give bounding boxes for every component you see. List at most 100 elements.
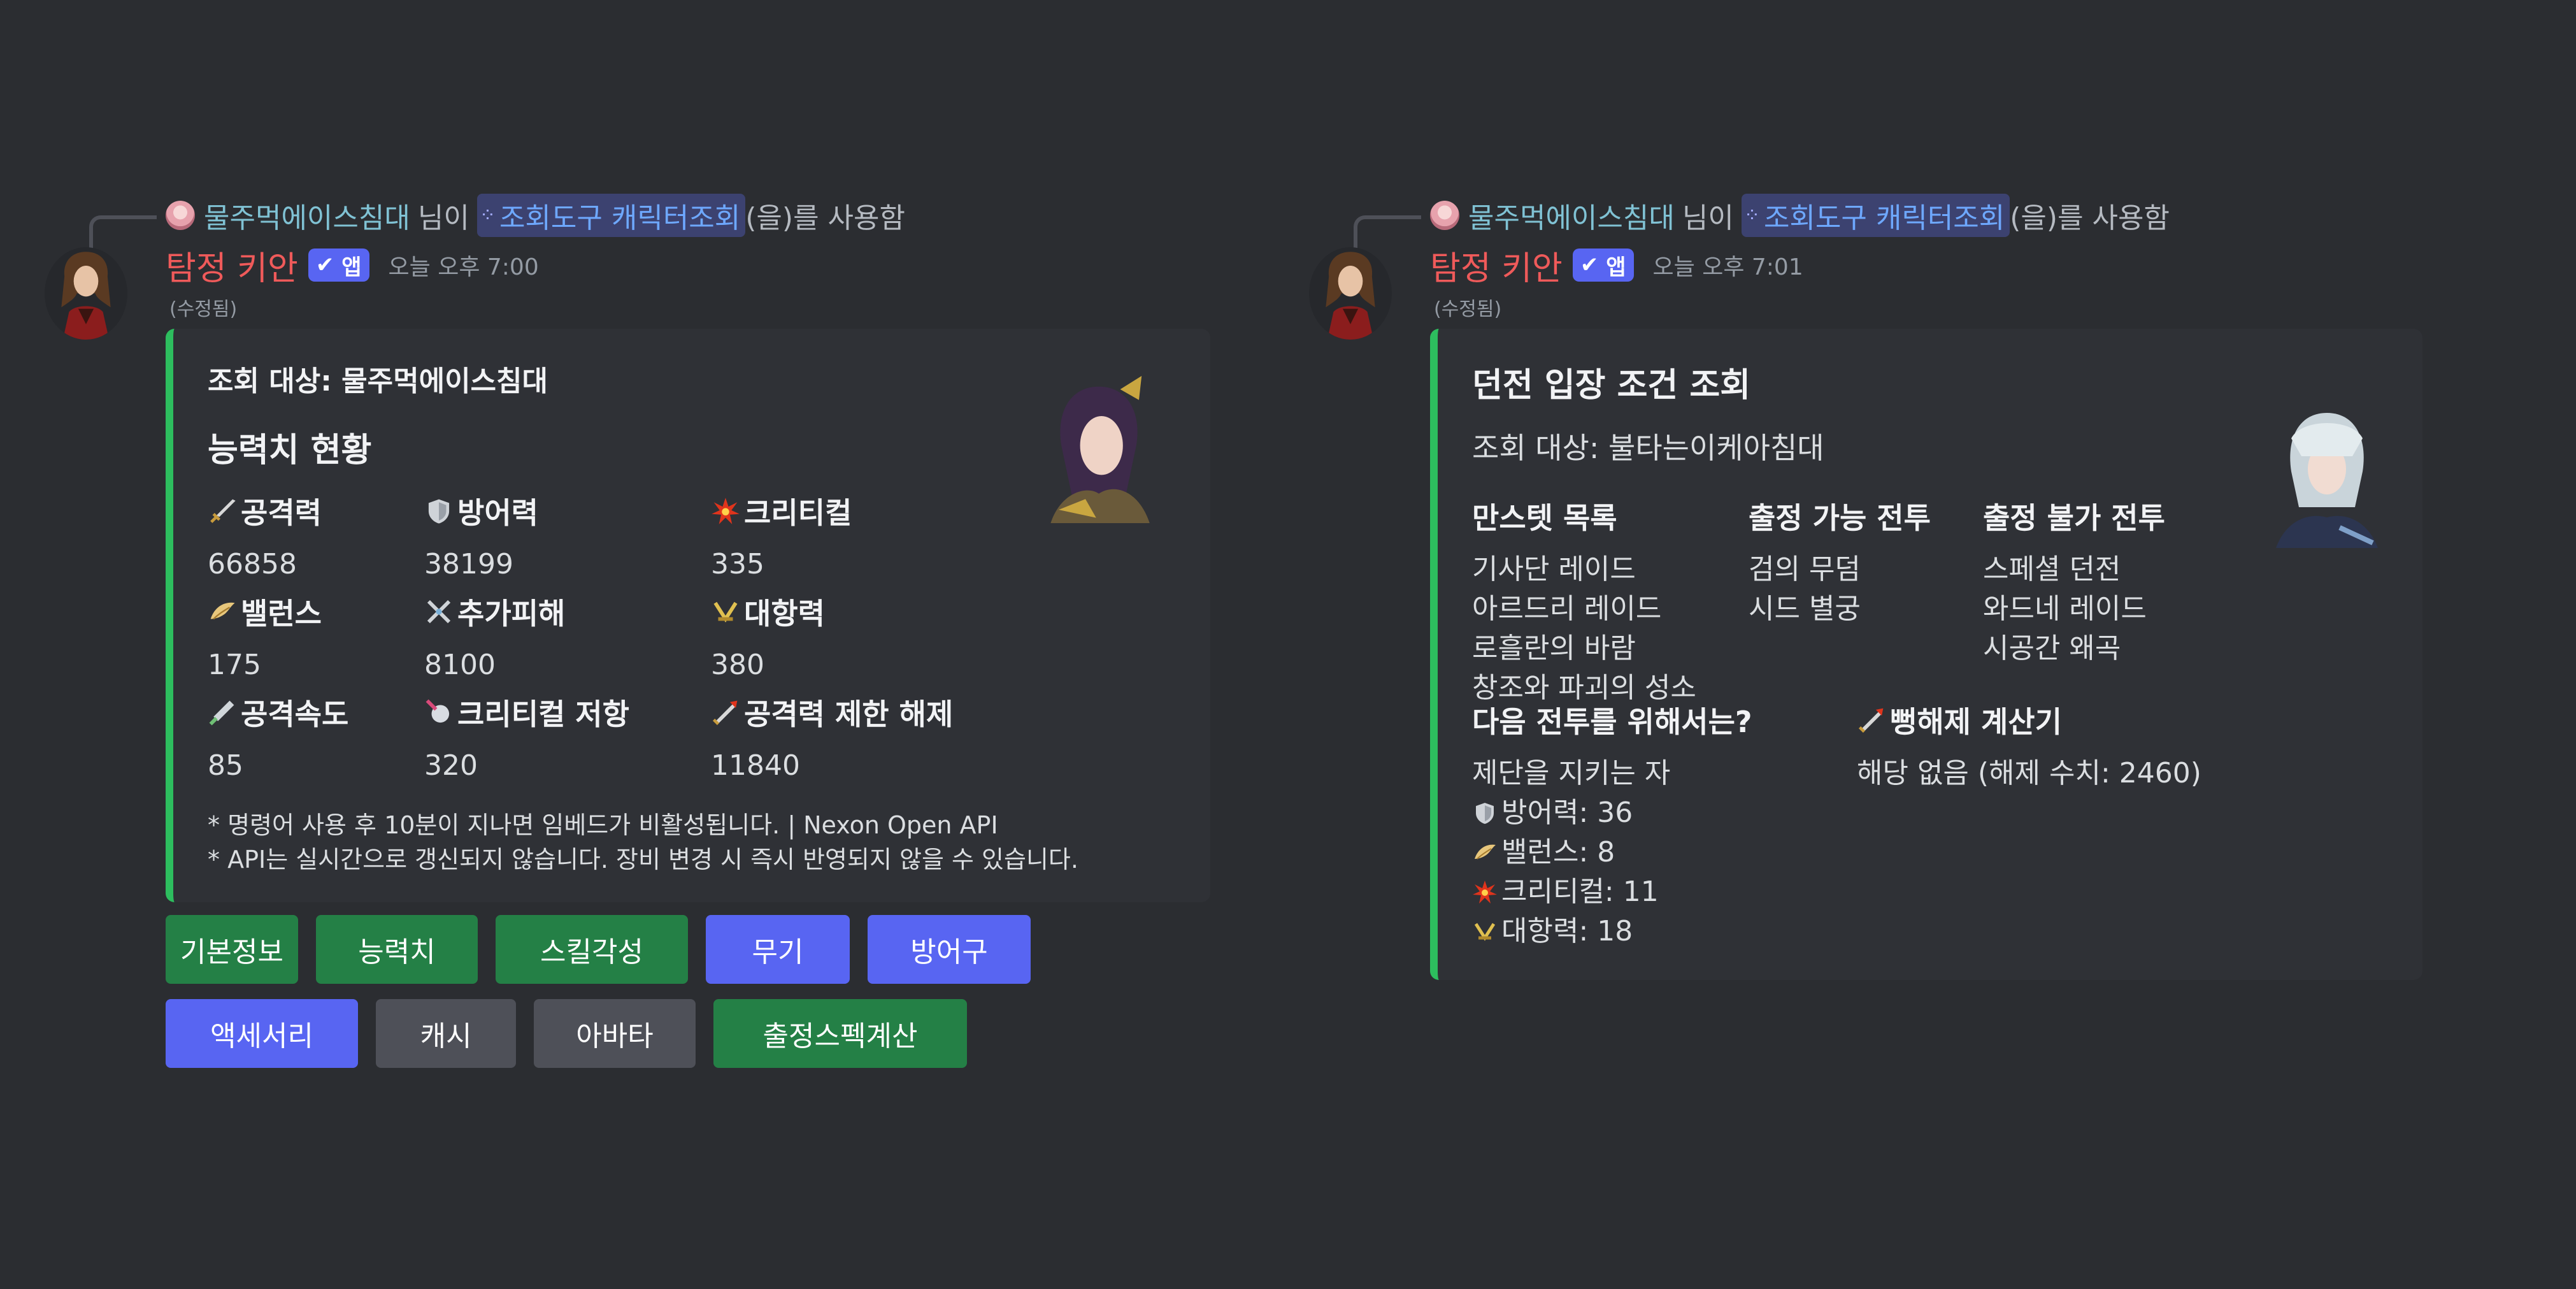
reply-user-name[interactable]: 물주먹에이스침대 (1468, 195, 1675, 236)
action-button[interactable]: 무기 (706, 915, 850, 984)
field-value: 85 (208, 749, 243, 782)
wing-icon (1472, 840, 1498, 865)
app-badge-label: 앱 (1606, 254, 1626, 280)
crit-resist-icon (424, 698, 454, 727)
stat-field: 추가피해 8100 (424, 591, 565, 685)
action-button[interactable]: 캐시 (376, 999, 516, 1068)
message-header: 탐정 키안 ✔ 앱 오늘 오후 7:00 (166, 240, 1249, 291)
field-name: 뻥해제 계산기 (1857, 699, 2201, 741)
list-item: 시공간 왜곡 (1983, 632, 2121, 665)
check-icon: ✔ (1580, 252, 1599, 278)
field-value: 380 (711, 649, 764, 681)
stat-fields: 공격력 66858 방어력 38199 크리티컬 335 밸런스 175 추가피해 8100 대항력… (208, 490, 1177, 789)
action-button[interactable]: 능력치 (316, 915, 478, 984)
timestamp[interactable]: 오늘 오후 7:01 (1653, 248, 1803, 282)
stats-embed: 조회 대상: 물주먹에이스침대 능력치 현황 공격력 66858 방어력 38199 크… (166, 329, 1210, 902)
sword-icon (208, 496, 237, 526)
field-name-text: 추가피해 (457, 596, 566, 631)
critical-burst-icon (1472, 879, 1498, 905)
edited-label: (수정됨) (1434, 298, 1502, 320)
check-icon: ✔ (315, 252, 334, 278)
reply-bar[interactable]: 물주먹에이스침대 님이 ⁘ 조회도구 캐릭터조회 (을)를 사용함 (1430, 191, 2513, 240)
field-name-text: 크리티컬 (744, 496, 852, 530)
button-row-1: 기본정보 능력치 스킬각성 무기 방어구 (166, 915, 1249, 984)
list-item: 제단을 지키는 자 (1472, 757, 1671, 789)
calculator-result: 해당 없음 (해제 수치: 2460) (1857, 757, 2201, 789)
bot-name[interactable]: 탐정 키안 (166, 241, 298, 289)
limit-break-icon (1857, 705, 1886, 735)
limit-break-icon (711, 698, 740, 727)
stat-text: 밸런스: 8 (1501, 836, 1615, 868)
bot-name[interactable]: 탐정 키안 (1430, 241, 1563, 289)
field-value: 해당 없음 (해제 수치: 2460) (1857, 754, 2201, 793)
reply-connector (89, 215, 157, 252)
slash-command-icon: ⁘ (479, 204, 496, 227)
field-name: 출정 가능 전투 (1749, 501, 1931, 535)
list-item: 검의 무덤 (1749, 553, 1861, 586)
stat-text: 대항력: 18 (1501, 915, 1633, 947)
action-button[interactable]: 액세서리 (166, 999, 358, 1068)
stat-field: 공격력 66858 (208, 490, 322, 584)
embed-description: 조회 대상: 불타는이케아침대 (1472, 431, 1824, 465)
action-button[interactable]: 방어구 (868, 915, 1031, 984)
stat-field: 대항력 380 (711, 591, 825, 685)
dungeon-embed: 던전 입장 조건 조회 조회 대상: 불타는이케아침대 만스텟 목록 기사단 레… (1430, 329, 2422, 980)
stat-line-critical: 크리티컬: 11 (1472, 872, 1752, 912)
field-value: 11840 (711, 749, 800, 782)
field-available-battles: 출정 가능 전투 검의 무덤 시드 별궁 (1749, 495, 1931, 629)
field-value: 기사단 레이드 아르드리 레이드 로흘란의 바람 창조와 파괴의 성소 (1472, 550, 1696, 708)
field-name: 다음 전투를 위해서는? (1472, 705, 1752, 739)
field-value: 66858 (208, 548, 297, 580)
field-value: 175 (208, 649, 261, 681)
command-mention[interactable]: ⁘ 조회도구 캐릭터조회 (1741, 194, 2010, 237)
field-name-text: 밸런스 (241, 596, 322, 631)
action-button[interactable]: 기본정보 (166, 915, 298, 984)
stat-field: 밸런스 175 (208, 591, 322, 685)
action-button[interactable]: 스킬각성 (496, 915, 688, 984)
field-limit-calculator: 뻥해제 계산기 해당 없음 (해제 수치: 2460) (1857, 699, 2201, 793)
bot-avatar-image (45, 247, 127, 340)
list-item: 시드 별궁 (1749, 593, 1861, 625)
field-name: 출정 불가 전투 (1983, 501, 2165, 535)
stat-text: 방어력: 36 (1501, 796, 1633, 829)
list-item: 아르드리 레이드 (1472, 593, 1662, 625)
timestamp[interactable]: 오늘 오후 7:00 (389, 248, 539, 282)
field-name-text: 대항력 (744, 596, 825, 631)
action-button[interactable]: 출정스펙계산 (713, 999, 967, 1068)
bot-avatar-image (1309, 247, 1392, 340)
button-row-2: 액세서리 캐시 아바타 출정스펙계산 (166, 999, 1249, 1068)
field-name: 공격속도 (208, 691, 348, 733)
stat-field: 공격속도 85 (208, 691, 348, 786)
bot-avatar[interactable] (1309, 247, 1392, 340)
field-name: 만스텟 목록 (1472, 501, 1617, 535)
field-name-text: 뻥해제 계산기 (1890, 705, 2062, 739)
stat-text: 크리티컬: 11 (1501, 875, 1659, 908)
app-badge: ✔ 앱 (1572, 248, 1634, 282)
bot-avatar[interactable] (45, 247, 127, 340)
field-value: 38199 (424, 548, 513, 580)
stat-line-resist: 대항력: 18 (1472, 912, 1752, 951)
field-name-text: 크리티컬 저항 (457, 697, 629, 731)
message-left: 물주먹에이스침대 님이 ⁘ 조회도구 캐릭터조회 (을)를 사용함 탐정 키안 … (45, 191, 1249, 1068)
action-button[interactable]: 아바타 (534, 999, 696, 1068)
message-right: 물주먹에이스침대 님이 ⁘ 조회도구 캐릭터조회 (을)를 사용함 탐정 키안 … (1309, 191, 2513, 980)
field-value: 스페셜 던전 와드네 레이드 시공간 왜곡 (1983, 550, 2165, 668)
stat-line-balance: 밸런스: 8 (1472, 833, 1752, 872)
footer-line-2: * API는 실시간으로 갱신되지 않습니다. 장비 변경 시 즉시 반영되지 … (208, 846, 1078, 874)
stat-line-defense: 방어력: 36 (1472, 793, 1752, 833)
command-mention[interactable]: ⁘ 조회도구 캐릭터조회 (476, 194, 746, 237)
embed-title: 던전 입장 조건 조회 (1472, 366, 1751, 405)
reply-used-text: (을)를 사용함 (745, 202, 905, 234)
reply-bar[interactable]: 물주먹에이스침대 님이 ⁘ 조회도구 캐릭터조회 (을)를 사용함 (166, 191, 1249, 240)
reply-user-name[interactable]: 물주먹에이스침대 (204, 195, 410, 236)
field-name-text: 공격속도 (241, 697, 349, 731)
shield-icon (424, 496, 454, 526)
reply-user-avatar[interactable] (166, 201, 195, 230)
reply-user-avatar[interactable] (1430, 201, 1459, 230)
crossed-swords-icon (424, 597, 454, 626)
stat-field: 크리티컬 335 (711, 490, 852, 584)
resist-icon (1472, 919, 1498, 944)
field-name: 추가피해 (424, 591, 565, 633)
stat-field: 방어력 38199 (424, 490, 538, 584)
reply-connector (1354, 215, 1421, 252)
